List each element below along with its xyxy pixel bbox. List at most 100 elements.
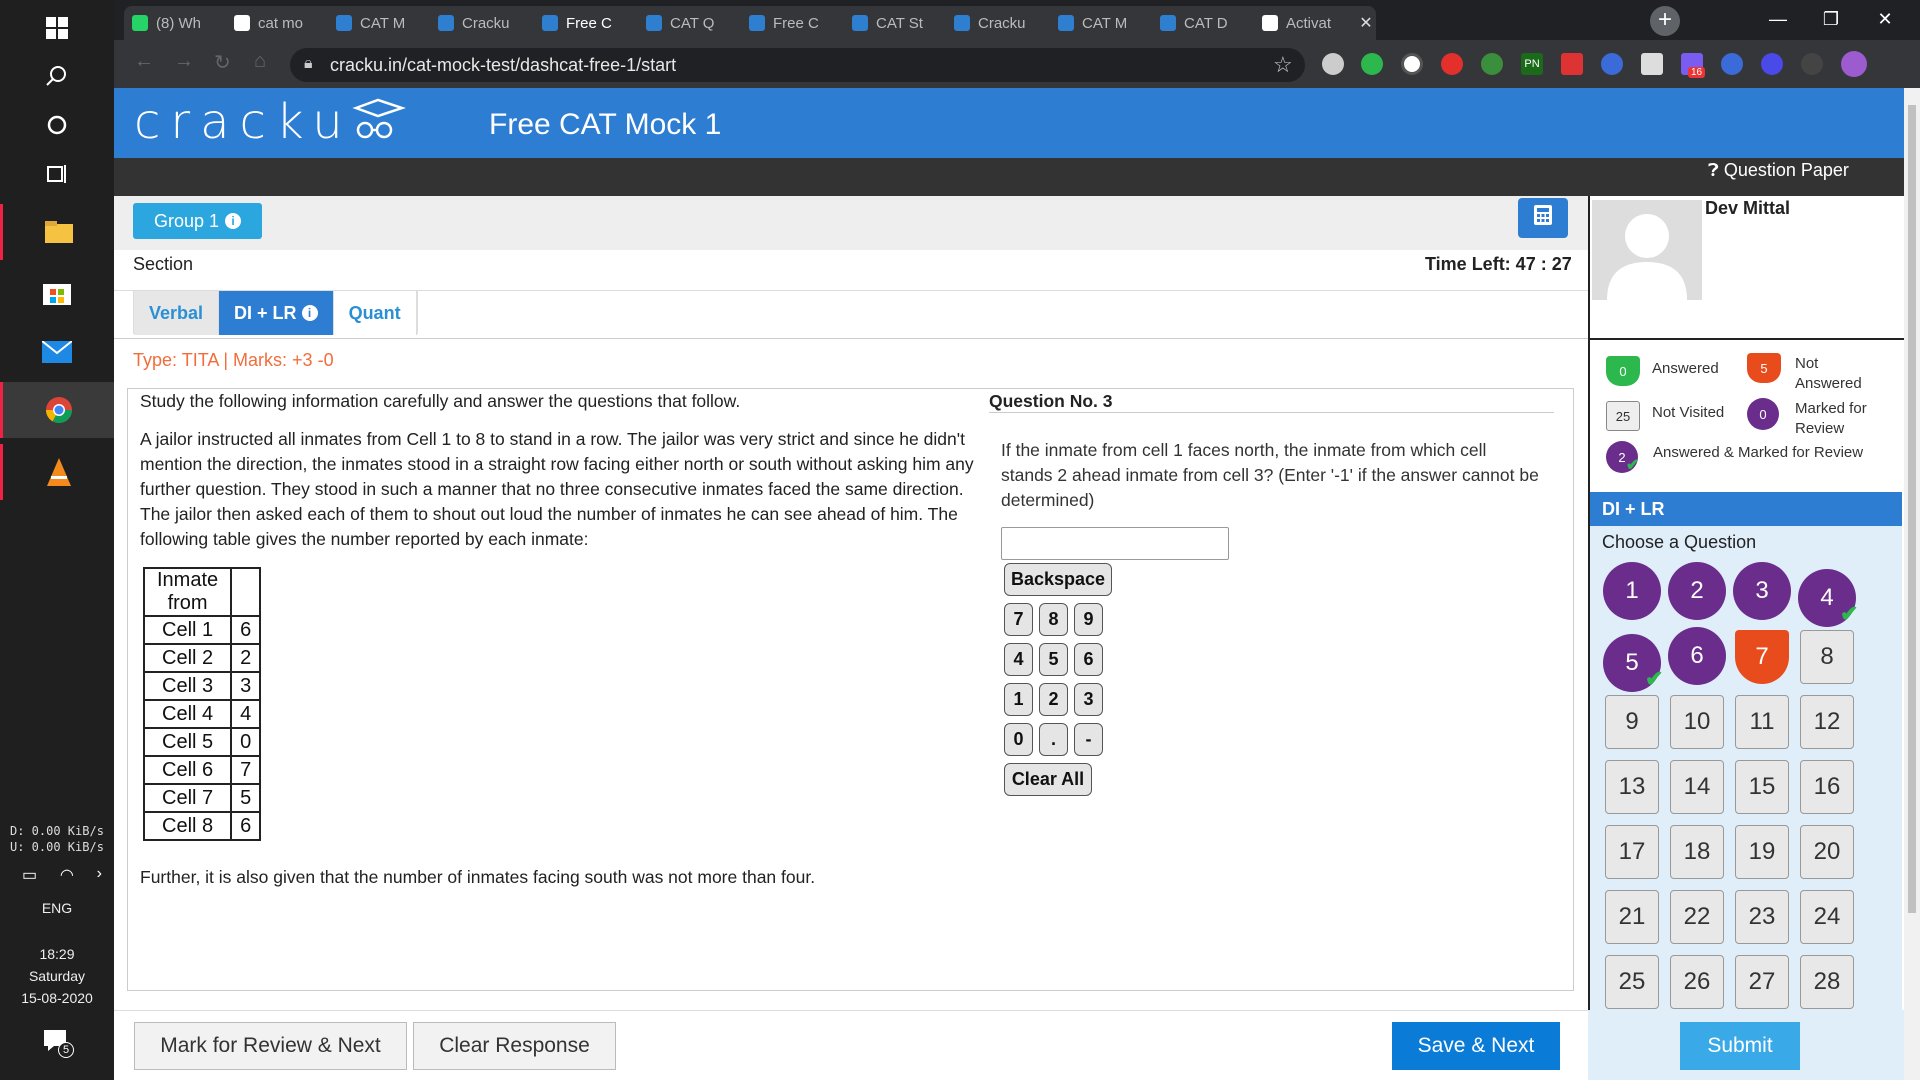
question-palette-button[interactable]: 9 [1605,695,1659,749]
keypad-key[interactable]: 5 [1039,643,1068,676]
keypad-key[interactable]: 9 [1074,603,1103,636]
question-palette-button[interactable]: 1 [1603,562,1661,620]
question-palette-button[interactable]: 20 [1800,825,1854,879]
question-palette-button[interactable]: 22 [1670,890,1724,944]
notification-icon[interactable]: 5 [44,1030,74,1058]
info-icon[interactable]: i [301,305,318,321]
keypad-key[interactable]: 7 [1004,603,1033,636]
tab-di-lr[interactable]: DI + LR i [219,291,334,335]
question-palette-button[interactable]: 11 [1735,695,1789,749]
question-palette-button[interactable]: 24 [1800,890,1854,944]
browser-tab[interactable]: Activat ✕ [1254,6,1376,40]
mark-for-review-button[interactable]: Mark for Review & Next [134,1022,407,1070]
close-window-button[interactable]: ✕ [1862,0,1908,40]
question-palette-button[interactable]: 18 [1670,825,1724,879]
question-palette-button[interactable]: 13 [1605,760,1659,814]
submit-button[interactable]: Submit [1680,1022,1800,1070]
chrome-icon[interactable] [0,382,114,438]
keypad-key[interactable]: . [1039,723,1068,756]
vlc-icon[interactable] [0,444,114,500]
question-palette-button[interactable]: 16 [1800,760,1854,814]
extension-12-icon[interactable] [1761,53,1783,75]
battery-icon[interactable]: ▭ [22,865,37,885]
extension-1-icon[interactable] [1322,53,1344,75]
clock-time[interactable]: 18:29 [0,946,114,962]
question-palette-button[interactable]: 27 [1735,955,1789,1009]
store-icon[interactable] [0,264,114,320]
scrollbar-thumb[interactable] [1908,105,1916,913]
backspace-button[interactable]: Backspace [1004,563,1112,596]
task-view-icon[interactable] [0,146,114,202]
save-next-button[interactable]: Save & Next [1392,1022,1560,1070]
keypad-key[interactable]: 8 [1039,603,1068,636]
profile-avatar[interactable] [1841,51,1867,77]
keypad-key[interactable]: 3 [1074,683,1103,716]
keypad-key[interactable]: 2 [1039,683,1068,716]
keypad-key[interactable]: 1 [1004,683,1033,716]
adblock-icon[interactable] [1441,53,1463,75]
tab-close-icon[interactable]: ✕ [1356,13,1376,33]
tab-verbal[interactable]: Verbal [134,291,220,335]
chevron-right-icon[interactable]: › [97,865,102,885]
new-tab-button[interactable]: + [1650,6,1680,36]
extension-9-icon[interactable] [1641,53,1663,75]
table-cell: Cell 3 [142,671,233,701]
translate-icon[interactable] [1721,53,1743,75]
cortana-icon[interactable] [0,97,114,153]
home-icon[interactable]: ⌂ [254,50,266,73]
maximize-button[interactable]: ❐ [1808,0,1854,40]
extension-7-icon[interactable] [1561,53,1583,75]
forward-icon[interactable]: → [174,50,194,73]
back-icon[interactable]: ← [134,50,154,73]
net-upload: U: 0.00 KiB/s [10,840,104,854]
question-paper-link[interactable]: ❓︎ Question Paper [1708,160,1849,181]
cracku-logo[interactable]: cracku [134,94,353,150]
wifi-icon[interactable]: ◠ [60,865,74,885]
answer-input[interactable] [1001,527,1229,560]
pn-extension-icon[interactable]: PN [1521,53,1543,75]
search-icon[interactable] [0,48,114,104]
question-palette-button[interactable]: 19 [1735,825,1789,879]
question-palette-button[interactable]: 2 [1668,562,1726,620]
keypad-key[interactable]: 6 [1074,643,1103,676]
clock-date[interactable]: 15-08-2020 [0,990,114,1006]
question-palette-button[interactable]: 15 [1735,760,1789,814]
question-palette-button[interactable]: 6 [1668,627,1726,685]
minimize-button[interactable]: — [1755,0,1801,40]
question-palette-button[interactable]: 3 [1733,562,1791,620]
question-palette-button[interactable]: 21 [1605,890,1659,944]
question-palette-button[interactable]: 8 [1800,630,1854,684]
evernote-icon[interactable] [1361,53,1383,75]
question-palette-button[interactable]: 28 [1800,955,1854,1009]
mail-icon[interactable] [0,324,114,380]
file-explorer-icon[interactable] [0,204,114,260]
question-palette-button[interactable]: 23 [1735,890,1789,944]
question-palette-button[interactable]: 7 [1735,630,1789,684]
keypad-key[interactable]: 4 [1004,643,1033,676]
clear-response-button[interactable]: Clear Response [413,1022,616,1070]
info-icon[interactable]: i [225,213,242,229]
extension-5-icon[interactable] [1481,53,1503,75]
reload-icon[interactable]: ↻ [214,50,231,75]
calculator-button[interactable] [1518,198,1568,238]
question-palette-button[interactable]: 26 [1670,955,1724,1009]
keypad-key[interactable]: - [1074,723,1103,756]
extension-8-icon[interactable] [1601,53,1623,75]
tab-quant[interactable]: Quant [333,291,417,335]
extensions-puzzle-icon[interactable] [1801,53,1823,75]
lock-icon[interactable]: 🔒︎ [304,55,313,73]
answered-legend-icon: 0 [1606,356,1640,386]
bookmark-star-icon[interactable]: ☆ [1273,52,1293,78]
question-palette-button[interactable]: 10 [1670,695,1724,749]
clear-all-button[interactable]: Clear All [1004,763,1092,796]
question-palette-button[interactable]: 17 [1605,825,1659,879]
language-indicator[interactable]: ENG [0,900,114,916]
url-text[interactable]: cracku.in/cat-mock-test/dashcat-free-1/s… [330,55,676,76]
keypad-key[interactable]: 0 [1004,723,1033,756]
question-palette-button[interactable]: 14 [1670,760,1724,814]
question-palette-button[interactable]: 12 [1800,695,1854,749]
block-icon[interactable] [1401,53,1423,75]
clock-day[interactable]: Saturday [0,968,114,984]
question-palette-button[interactable]: 25 [1605,955,1659,1009]
group-button[interactable]: Group 1 i [133,203,262,239]
